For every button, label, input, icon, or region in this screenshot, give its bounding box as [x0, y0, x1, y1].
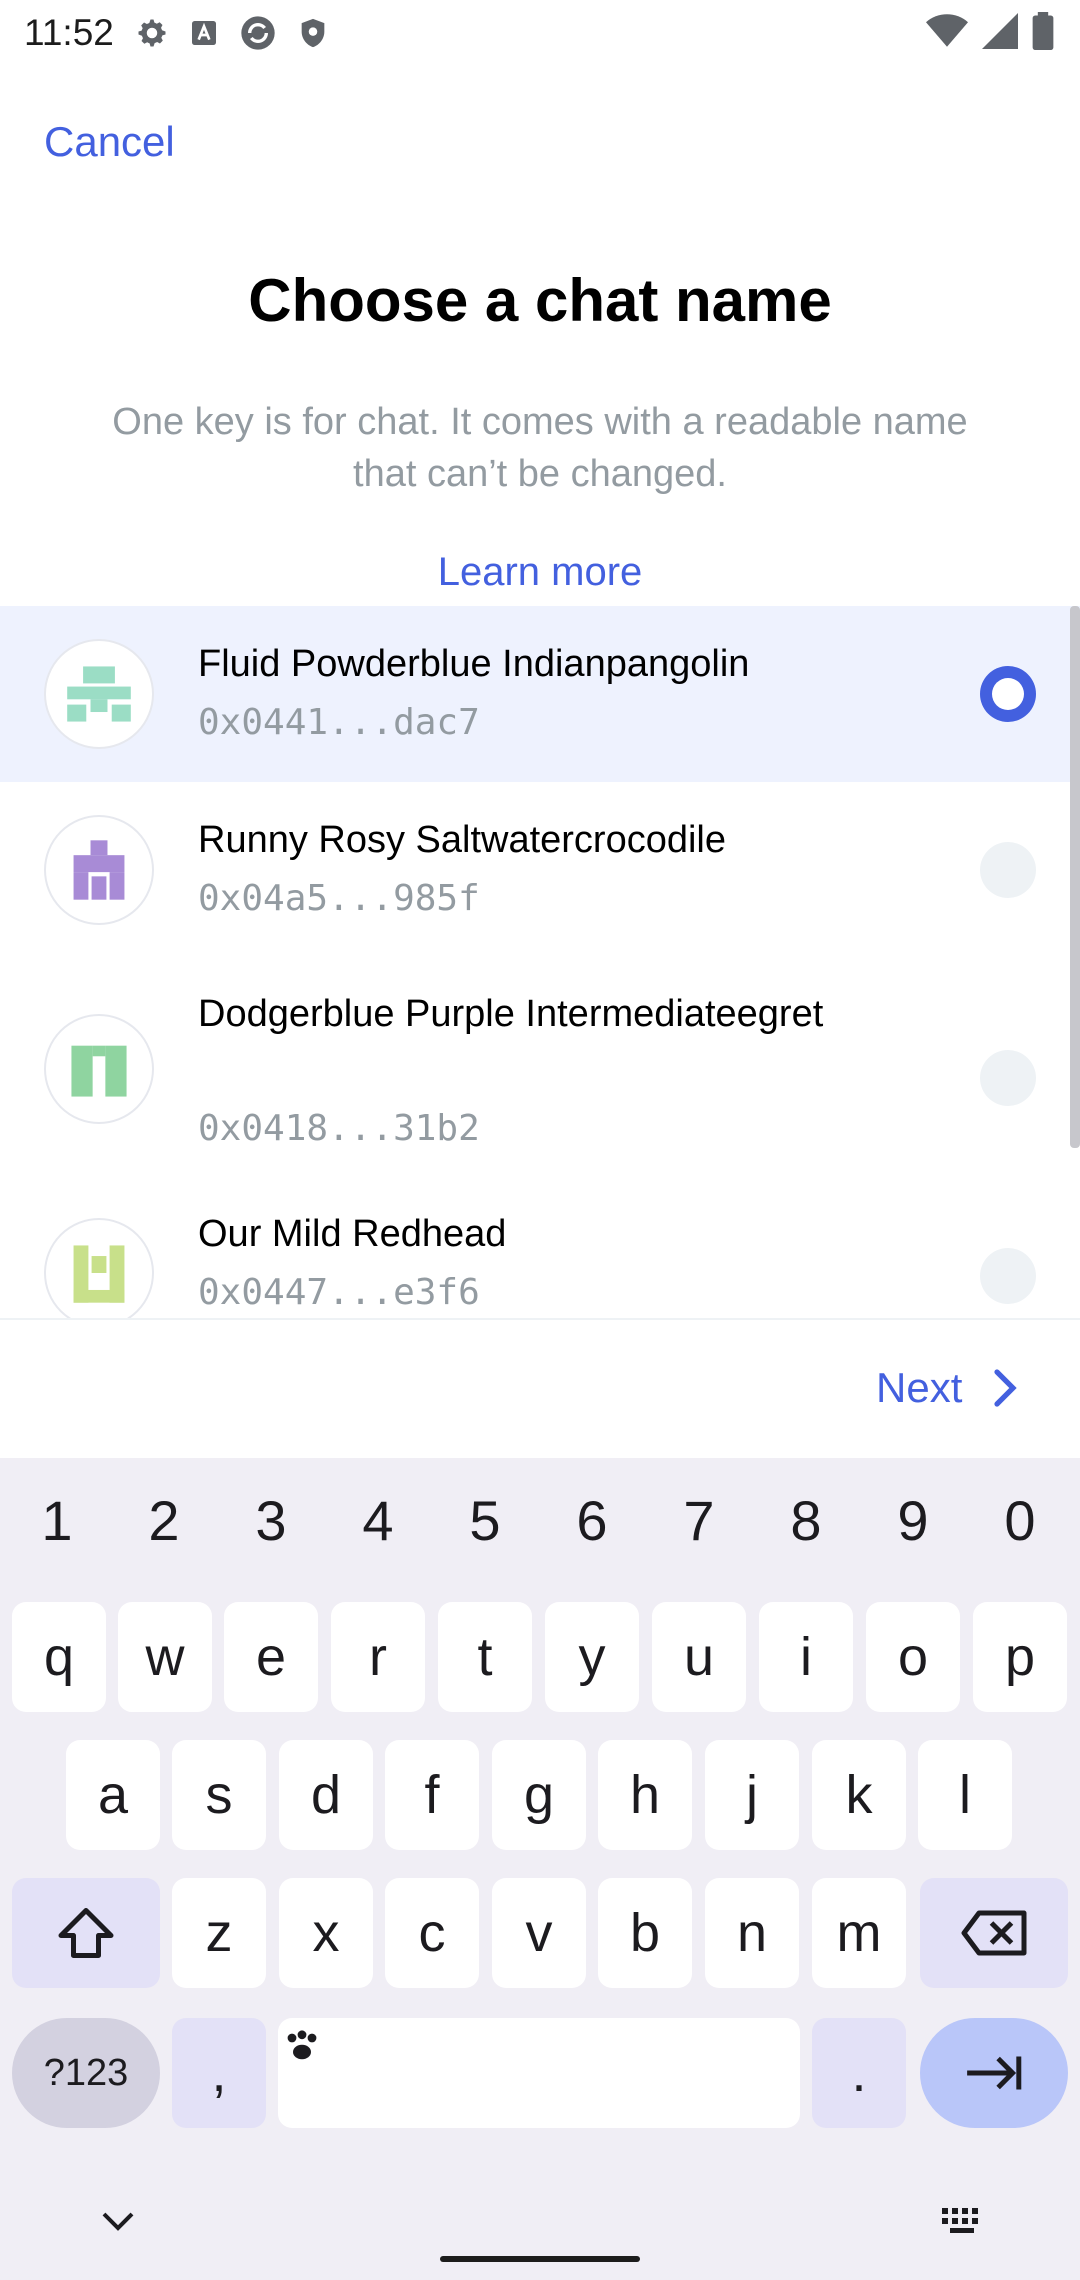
- identicon-avatar: [44, 639, 154, 749]
- tab-next-key[interactable]: [920, 2018, 1068, 2128]
- key-9[interactable]: 9: [873, 1488, 953, 1553]
- identicon-egret: [71, 1045, 127, 1097]
- radio-unselected[interactable]: [980, 842, 1036, 898]
- key-q[interactable]: q: [12, 1602, 106, 1712]
- key-7[interactable]: 7: [659, 1488, 739, 1553]
- a-box-icon: [191, 21, 216, 45]
- symbols-key[interactable]: ?123: [12, 2018, 160, 2128]
- key-d[interactable]: d: [279, 1740, 373, 1850]
- key-i[interactable]: i: [759, 1602, 853, 1712]
- keyboard-icon[interactable]: [940, 2206, 986, 2236]
- chat-name-option[interactable]: Dodgerblue Purple Intermediateegret 0x04…: [0, 958, 1080, 1184]
- radio-unselected[interactable]: [980, 1248, 1036, 1304]
- shift-key[interactable]: [12, 1878, 160, 1988]
- key-h[interactable]: h: [598, 1740, 692, 1850]
- number-row: 1 2 3 4 5 6 7 8 9 0: [0, 1488, 1080, 1552]
- next-button[interactable]: Next: [876, 1364, 1020, 1412]
- key-y[interactable]: y: [545, 1602, 639, 1712]
- chat-name-label: Fluid Powderblue Indianpangolin: [198, 643, 750, 685]
- key-j[interactable]: j: [705, 1740, 799, 1850]
- key-0[interactable]: 0: [980, 1488, 1060, 1553]
- chat-name-label: Runny Rosy Saltwatercrocodile: [198, 819, 727, 861]
- identicon-avatar: [44, 1014, 154, 1124]
- paw-icon: [287, 2030, 317, 2060]
- gear-icon: [138, 19, 166, 47]
- key-w[interactable]: w: [118, 1602, 212, 1712]
- chat-name-option[interactable]: Runny Rosy Saltwatercrocodile 0x04a5...9…: [0, 782, 1080, 958]
- wifi-icon: [926, 14, 968, 47]
- period-key[interactable]: .: [812, 2018, 906, 2128]
- chat-name-option[interactable]: Our Mild Redhead 0x0447...e3f6: [0, 1184, 1080, 1318]
- key-r[interactable]: r: [331, 1602, 425, 1712]
- key-n[interactable]: n: [705, 1878, 799, 1988]
- identicon-crocodile: [73, 840, 125, 900]
- shield-icon: [301, 18, 325, 48]
- next-label: Next: [876, 1364, 963, 1411]
- radio-selected[interactable]: [980, 666, 1036, 722]
- identicon-pangolin: [67, 666, 131, 722]
- list-scrollbar[interactable]: [1070, 606, 1080, 1148]
- key-f[interactable]: f: [385, 1740, 479, 1850]
- key-v[interactable]: v: [492, 1878, 586, 1988]
- notification-icons: [134, 13, 330, 53]
- key-p[interactable]: p: [973, 1602, 1067, 1712]
- key-u[interactable]: u: [652, 1602, 746, 1712]
- battery-icon: [1032, 12, 1054, 50]
- chevron-right-icon: [994, 1369, 1018, 1407]
- key-5[interactable]: 5: [445, 1488, 525, 1553]
- public-key-label: 0x0447...e3f6: [198, 1272, 480, 1313]
- identicon-avatar: [44, 1218, 154, 1318]
- chevron-down-icon[interactable]: [100, 2210, 136, 2232]
- key-e[interactable]: e: [224, 1602, 318, 1712]
- identicon-redhead: [73, 1245, 125, 1303]
- soft-keyboard: 1 2 3 4 5 6 7 8 9 0 q w e r t y u i o p …: [0, 1458, 1080, 2280]
- key-6[interactable]: 6: [552, 1488, 632, 1553]
- key-c[interactable]: c: [385, 1878, 479, 1988]
- key-s[interactable]: s: [172, 1740, 266, 1850]
- status-time: 11:52: [24, 12, 114, 53]
- backspace-key[interactable]: [920, 1878, 1068, 1988]
- public-key-label: 0x04a5...985f: [198, 878, 480, 919]
- identicon-avatar: [44, 815, 154, 925]
- key-k[interactable]: k: [812, 1740, 906, 1850]
- key-l[interactable]: l: [918, 1740, 1012, 1850]
- key-1[interactable]: 1: [17, 1488, 97, 1553]
- footer-divider: [0, 1318, 1080, 1320]
- tab-arrow-icon: [967, 2056, 1022, 2090]
- comma-key[interactable]: ,: [172, 2018, 266, 2128]
- signal-icon: [982, 13, 1018, 49]
- cancel-button[interactable]: Cancel: [44, 118, 175, 166]
- key-a[interactable]: a: [66, 1740, 160, 1850]
- home-indicator[interactable]: [440, 2256, 640, 2262]
- chat-name-option[interactable]: Fluid Powderblue Indianpangolin 0x0441..…: [0, 606, 1080, 782]
- shift-icon: [58, 1908, 114, 1958]
- chat-name-screen: 11:52 Cancel Choose a chat name One key …: [0, 0, 1080, 2280]
- page-title: Choose a chat name: [248, 267, 832, 334]
- key-3[interactable]: 3: [231, 1488, 311, 1553]
- key-b[interactable]: b: [598, 1878, 692, 1988]
- key-4[interactable]: 4: [338, 1488, 418, 1553]
- chat-name-label: Dodgerblue Purple Intermediateegret: [198, 993, 824, 1035]
- public-key-label: 0x0418...31b2: [198, 1108, 480, 1149]
- sync-icon: [241, 16, 275, 50]
- key-g[interactable]: g: [492, 1740, 586, 1850]
- status-bar: 11:52: [0, 0, 1080, 66]
- key-m[interactable]: m: [812, 1878, 906, 1988]
- key-8[interactable]: 8: [766, 1488, 846, 1553]
- chat-name-list: Fluid Powderblue Indianpangolin 0x0441..…: [0, 606, 1080, 1318]
- learn-more-link[interactable]: Learn more: [0, 550, 1080, 595]
- public-key-label: 0x0441...dac7: [198, 702, 480, 743]
- key-2[interactable]: 2: [124, 1488, 204, 1553]
- key-t[interactable]: t: [438, 1602, 532, 1712]
- key-o[interactable]: o: [866, 1602, 960, 1712]
- chat-name-label: Our Mild Redhead: [198, 1213, 507, 1255]
- page-subtitle: One key is for chat. It comes with a rea…: [112, 401, 968, 495]
- space-key[interactable]: [278, 2018, 800, 2128]
- key-x[interactable]: x: [279, 1878, 373, 1988]
- key-z[interactable]: z: [172, 1878, 266, 1988]
- backspace-icon: [961, 1910, 1027, 1956]
- system-icons: [926, 12, 1054, 50]
- radio-unselected[interactable]: [980, 1050, 1036, 1106]
